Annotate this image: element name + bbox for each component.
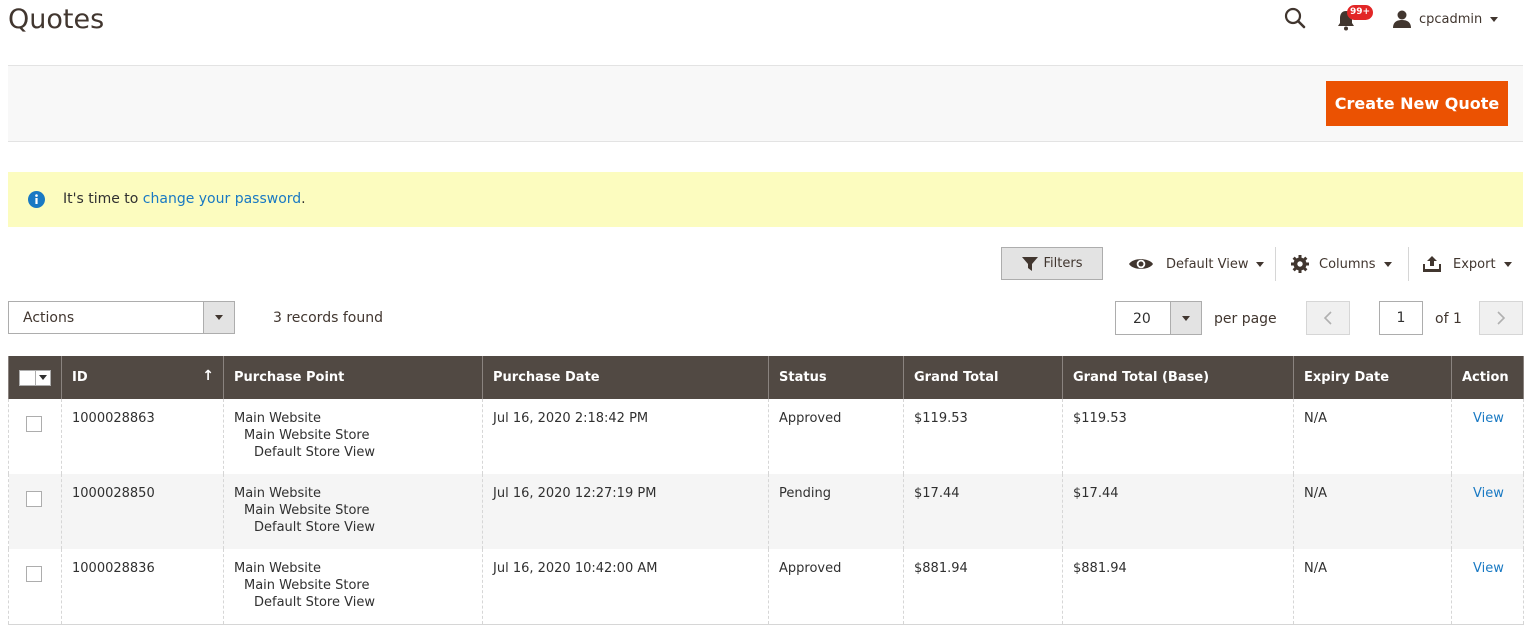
view-link[interactable]: View [1462,560,1513,577]
page-title: Quotes [8,4,105,35]
cell-grand-total-base: $17.44 [1062,474,1294,549]
table-row: 1000028836 Main Website Main Website Sto… [8,549,1524,625]
total-pages-label: of 1 [1435,311,1462,327]
cell-action: View [1451,474,1524,549]
cell-purchase-point: Main Website Main Website Store Default … [223,474,483,549]
notifications-button[interactable]: 99+ [1335,5,1374,32]
grid-header-row: ID ↑ Purchase Point Purchase Date Status … [8,356,1524,399]
cell-grand-total: $881.94 [903,549,1063,625]
row-checkbox[interactable] [26,416,42,432]
columns-control[interactable]: Columns [1291,254,1392,274]
current-page-input[interactable] [1379,301,1423,335]
chevron-down-icon [215,315,223,320]
cell-expiry-date: N/A [1293,474,1452,549]
column-header-grand-total-base[interactable]: Grand Total (Base) [1062,356,1294,399]
next-page-button[interactable] [1479,301,1523,335]
cell-grand-total-base: $881.94 [1062,549,1294,625]
cell-status: Approved [768,399,904,474]
row-checkbox[interactable] [26,566,42,582]
cell-id: 1000028836 [61,549,224,625]
row-select-cell [8,399,62,474]
filter-icon [1021,256,1038,271]
grid-actions-toolbar: Actions 3 records found 20 per page of 1 [0,301,1525,335]
row-select-cell [8,474,62,549]
row-checkbox[interactable] [26,491,42,507]
export-control[interactable]: Export [1423,254,1512,274]
user-name: cpcadmin [1419,11,1483,27]
cell-id: 1000028850 [61,474,224,549]
column-header-status[interactable]: Status [768,356,904,399]
search-icon [1284,7,1306,29]
view-link[interactable]: View [1462,485,1513,502]
row-select-cell [8,549,62,625]
info-icon [28,191,45,208]
cell-status: Pending [768,474,904,549]
cell-grand-total: $17.44 [903,474,1063,549]
divider [1408,247,1409,281]
eye-icon [1129,259,1153,269]
column-header-action: Action [1451,356,1524,399]
cell-expiry-date: N/A [1293,399,1452,474]
previous-page-button[interactable] [1306,301,1350,335]
password-notice: It's time to change your password. [8,172,1523,227]
column-header-grand-total[interactable]: Grand Total [903,356,1063,399]
change-password-link[interactable]: change your password [143,191,301,207]
dropdown-arrow [203,302,234,333]
cell-purchase-point: Main Website Main Website Store Default … [223,549,483,625]
filters-button[interactable]: Filters [1001,247,1103,280]
cell-purchase-point: Main Website Main Website Store Default … [223,399,483,474]
page-actions-bar: Create New Quote [8,65,1523,142]
mass-actions-dropdown[interactable]: Actions [8,301,235,334]
mass-select-header [8,356,62,399]
cell-action: View [1451,399,1524,474]
sort-ascending-icon: ↑ [202,368,214,384]
cell-purchase-date: Jul 16, 2020 12:27:19 PM [482,474,769,549]
chevron-down-icon [1490,16,1499,22]
table-row: 1000028850 Main Website Main Website Sto… [8,474,1524,549]
chevron-down-icon [1182,315,1190,321]
column-header-purchase-date[interactable]: Purchase Date [482,356,769,399]
create-new-quote-button[interactable]: Create New Quote [1326,81,1508,126]
cell-expiry-date: N/A [1293,549,1452,625]
cell-action: View [1451,549,1524,625]
table-row: 1000028863 Main Website Main Website Sto… [8,399,1524,474]
mass-select-checkbox[interactable] [19,369,51,386]
chevron-left-icon [1323,311,1332,325]
chevron-down-icon [1503,261,1512,267]
cell-status: Approved [768,549,904,625]
cell-id: 1000028863 [61,399,224,474]
gear-icon [1291,255,1309,273]
cell-purchase-date: Jul 16, 2020 2:18:42 PM [482,399,769,474]
view-link[interactable]: View [1462,410,1513,427]
per-page-label: per page [1214,311,1277,327]
cell-purchase-date: Jul 16, 2020 10:42:00 AM [482,549,769,625]
column-header-id[interactable]: ID ↑ [61,356,224,399]
cell-grand-total-base: $119.53 [1062,399,1294,474]
chevron-right-icon [1497,311,1506,325]
dropdown-arrow [1170,302,1201,334]
user-menu[interactable]: cpcadmin [1393,6,1499,32]
upload-icon [1423,256,1441,272]
chevron-down-icon [39,375,47,380]
view-switcher[interactable]: Default View [1128,254,1265,274]
divider [1275,247,1276,281]
quotes-grid: ID ↑ Purchase Point Purchase Date Status … [8,356,1524,625]
notice-text: It's time to change your password. [63,191,306,207]
chevron-down-icon [1383,261,1392,267]
cell-grand-total: $119.53 [903,399,1063,474]
column-header-expiry-date[interactable]: Expiry Date [1293,356,1452,399]
records-count: 3 records found [273,310,383,326]
per-page-select[interactable]: 20 [1115,301,1202,335]
grid-toolbar: Filters Default View Columns Export [0,247,1525,281]
notification-count-badge: 99+ [1347,5,1374,20]
user-icon [1393,10,1411,28]
column-header-purchase-point[interactable]: Purchase Point [223,356,483,399]
search-button[interactable] [1283,6,1309,32]
chevron-down-icon [1256,261,1265,267]
